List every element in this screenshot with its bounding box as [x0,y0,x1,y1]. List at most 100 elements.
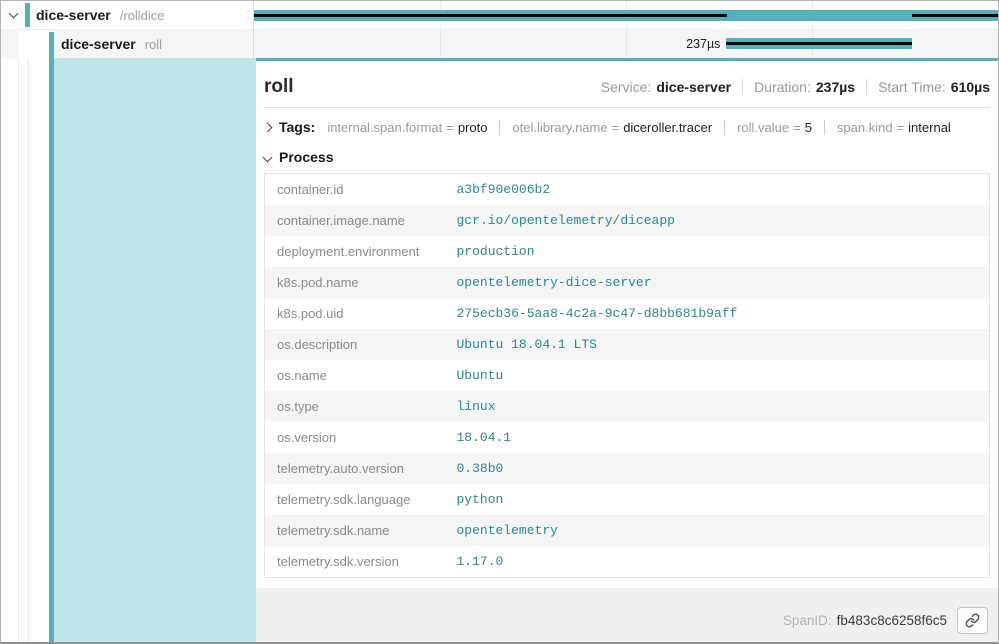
collapse-chevron-icon[interactable] [9,9,19,19]
span-bar-roll[interactable] [726,38,911,49]
start-time-value: 610µs [951,79,990,95]
process-toggle[interactable]: Process [264,149,333,165]
detail-footer: SpanID: fb483c8c6258f6c5 [783,607,988,634]
tag-value: diceroller.tracer [623,120,712,135]
tag-item: span.kind =internal [837,120,951,135]
tag-key: otel.library.name [512,120,607,135]
span-detail-card: roll Service:dice-server Duration:237µs … [256,58,998,588]
process-key: telemetry.sdk.version [265,546,445,578]
process-key: os.version [265,422,445,453]
tag-item: otel.library.name =diceroller.tracer [512,120,712,135]
process-key: container.image.name [265,205,445,236]
process-label: Process [279,149,333,165]
tag-equals: = [612,120,620,135]
tag-value: internal [908,120,951,135]
service-color-block [25,3,30,27]
duration-value: 237µs [816,79,855,95]
table-row: deployment.environmentproduction [265,236,990,267]
span-duration-label: 237µs [254,37,726,51]
table-row: telemetry.sdk.nameopentelemetry [265,515,990,546]
service-label: Service: [601,79,652,95]
process-value: gcr.io/opentelemetry/diceapp [445,205,990,236]
process-key: os.type [265,391,445,422]
tag-equals: = [446,120,454,135]
indent-spacer [18,30,49,58]
process-key: os.description [265,329,445,360]
process-key: k8s.pod.name [265,267,445,298]
tag-value: proto [458,120,488,135]
service-name-text: dice-server [36,7,111,23]
service-value: dice-server [656,79,731,95]
tag-equals: = [897,120,905,135]
process-value: a3bf90e006b2 [445,174,990,206]
tags-section: Tags: internal.span.format=proto otel.li… [264,119,990,135]
operation-title: roll [264,76,294,98]
table-row: os.version18.04.1 [265,422,990,453]
timeline-cell: 237µs [254,30,998,58]
link-icon [965,613,980,628]
process-value: linux [445,391,990,422]
chevron-right-icon [263,122,273,132]
divider [824,120,825,135]
process-table: container.ida3bf90e006b2 container.image… [264,173,990,578]
timeline-cell [254,1,998,29]
span-detail-panel: roll Service:dice-server Duration:237µs … [256,58,998,642]
table-row: k8s.pod.uid275ecb36-5aa8-4c2a-9c47-d8bb6… [265,298,990,329]
tag-item: internal.span.format=proto [327,120,487,135]
process-key: container.id [265,174,445,206]
table-row: container.ida3bf90e006b2 [265,174,990,206]
span-name-cell[interactable]: dice-server/rolldice [1,1,254,29]
indent-guide [18,58,19,642]
process-value: 18.04.1 [445,422,990,453]
critical-path-segment [726,42,911,45]
process-value: opentelemetry [445,515,990,546]
table-row: container.image.namegcr.io/opentelemetry… [265,205,990,236]
divider [724,120,725,135]
tag-key: span.kind [837,120,893,135]
divider [499,120,500,135]
tag-list: internal.span.format=proto otel.library.… [327,120,951,135]
process-key: telemetry.sdk.language [265,484,445,515]
tags-toggle[interactable]: Tags: [264,119,315,135]
divider [742,79,743,95]
process-key: deployment.environment [265,236,445,267]
span-row-roll[interactable]: dice-server roll 237µs [1,30,998,58]
service-name: dice-server roll [61,36,162,52]
trace-detail-view: dice-server/rolldice dice-server roll 237… [0,0,999,644]
process-value: 0.38b0 [445,453,990,484]
deep-link-button[interactable] [957,607,988,634]
service-name-text: dice-server [61,36,136,52]
table-row: os.nameUbuntu [265,360,990,391]
operation-name: roll [145,37,162,52]
process-value: 275ecb36-5aa8-4c2a-9c47-d8bb681b9aff [445,298,990,329]
process-value: Ubuntu 18.04.1 LTS [445,329,990,360]
tag-key: roll.value [737,120,789,135]
process-value: 1.17.0 [445,546,990,578]
process-value: Ubuntu [445,360,990,391]
process-value: opentelemetry-dice-server [445,267,990,298]
table-row: os.typelinux [265,391,990,422]
duration-label: Duration: [754,79,811,95]
divider [866,79,867,95]
service-name: dice-server/rolldice [36,7,165,23]
table-row: os.descriptionUbuntu 18.04.1 LTS [265,329,990,360]
process-section: Process [264,149,990,165]
tag-item: roll.value=5 [737,120,812,135]
process-key: telemetry.sdk.name [265,515,445,546]
detail-header: roll Service:dice-server Duration:237µs … [264,61,990,108]
critical-path-segment [912,14,998,17]
span-row-rolldice[interactable]: dice-server/rolldice [1,1,998,30]
operation-name: /rolldice [120,8,165,23]
process-key: os.name [265,360,445,391]
service-color-block [49,32,54,59]
selected-span-highlight [54,58,256,642]
span-name-cell[interactable]: dice-server roll [1,30,254,58]
tags-label: Tags: [279,119,315,135]
spanid-value: fb483c8c6258f6c5 [837,613,947,628]
table-row: telemetry.auto.version0.38b0 [265,453,990,484]
span-detail-row: roll Service:dice-server Duration:237µs … [1,58,998,642]
table-row: telemetry.sdk.languagepython [265,484,990,515]
table-row: telemetry.sdk.version1.17.0 [265,546,990,578]
span-bar-rolldice[interactable] [254,10,998,21]
process-key: telemetry.auto.version [265,453,445,484]
